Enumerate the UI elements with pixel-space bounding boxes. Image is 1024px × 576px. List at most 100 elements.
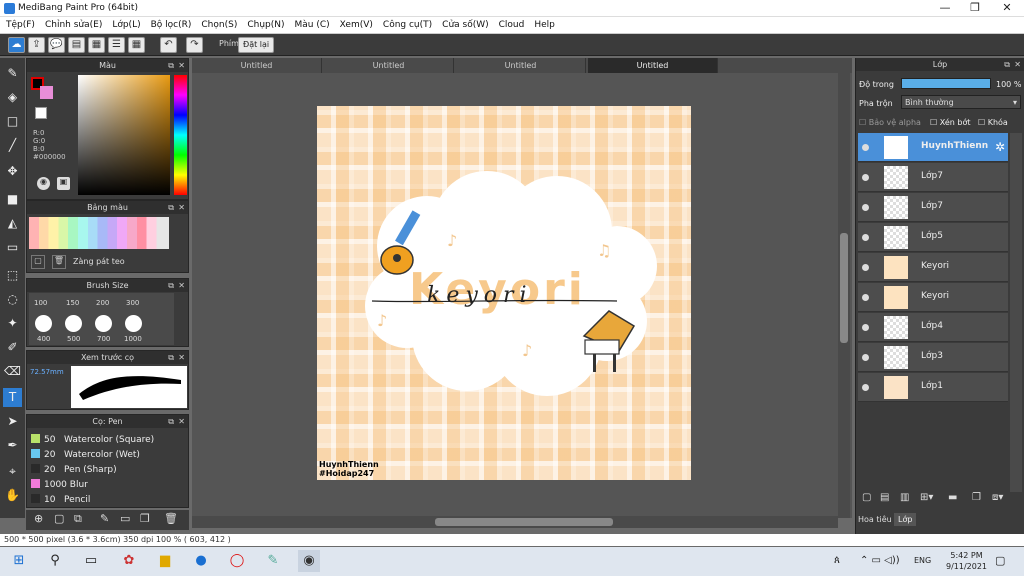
tray-icons[interactable]: ⌃ ▭ ◁)) bbox=[860, 555, 900, 566]
tab-untitled-4[interactable]: Untitled bbox=[588, 58, 718, 73]
opera-icon[interactable]: ◯ bbox=[226, 550, 248, 572]
saturation-picker[interactable] bbox=[78, 75, 170, 195]
text-tool-icon[interactable]: T bbox=[3, 388, 22, 407]
opacity-slider[interactable] bbox=[901, 78, 991, 89]
list-icon[interactable]: ☰ bbox=[108, 37, 125, 53]
size-dot[interactable] bbox=[125, 315, 142, 332]
minimize-button[interactable]: — bbox=[930, 0, 960, 17]
popout-icon[interactable]: ⧉ bbox=[168, 59, 174, 72]
popout-icon[interactable]: ⧉ bbox=[1004, 58, 1010, 71]
layer-row[interactable]: Lớp3 bbox=[858, 343, 1008, 372]
upload-icon[interactable]: ⇪ bbox=[28, 37, 45, 53]
close-icon[interactable]: ✕ bbox=[178, 59, 185, 72]
vscroll-thumb[interactable] bbox=[840, 233, 848, 343]
tab-navigator[interactable]: Hoa tiêu bbox=[858, 515, 892, 524]
folder-icon[interactable]: ▬ bbox=[948, 492, 957, 503]
page-icon[interactable]: ▦ bbox=[88, 37, 105, 53]
layer-row[interactable]: HuynhThienn ✲ bbox=[858, 133, 1008, 162]
line-tool-icon[interactable]: ╱ bbox=[3, 136, 22, 155]
visibility-icon[interactable] bbox=[862, 204, 869, 211]
search-icon[interactable]: ⚲ bbox=[44, 550, 66, 572]
clock[interactable]: 5:42 PM 9/11/2021 bbox=[946, 550, 987, 572]
edit-brush-icon[interactable]: ✎ bbox=[100, 512, 109, 525]
hand-tool-icon[interactable]: ✋ bbox=[3, 486, 22, 505]
comment-icon[interactable]: ▤ bbox=[68, 37, 85, 53]
vertical-scrollbar[interactable] bbox=[838, 73, 850, 518]
horizontal-scrollbar[interactable] bbox=[192, 516, 838, 528]
chat-icon[interactable]: 💬 bbox=[48, 37, 65, 53]
close-icon[interactable]: ✕ bbox=[178, 351, 185, 364]
menu-color[interactable]: Màu (C) bbox=[295, 17, 336, 33]
visibility-icon[interactable] bbox=[862, 354, 869, 361]
people-icon[interactable]: ጰ bbox=[834, 555, 840, 566]
size-dot[interactable] bbox=[35, 315, 52, 332]
tab-untitled-2[interactable]: Untitled bbox=[324, 58, 454, 73]
size-150[interactable]: 150 bbox=[66, 299, 79, 307]
new-halftone-layer-icon[interactable]: ▤ bbox=[880, 492, 889, 503]
brush-item[interactable]: 20 Watercolor (Wet) bbox=[29, 448, 175, 462]
blend-mode-select[interactable]: Bình thường ▾ bbox=[901, 95, 1021, 109]
visibility-icon[interactable] bbox=[862, 384, 869, 391]
visibility-icon[interactable] bbox=[862, 174, 869, 181]
reset-button[interactable]: Đặt lại bbox=[238, 37, 275, 53]
layer-row[interactable]: Keyori bbox=[858, 283, 1008, 312]
layer-option-icon[interactable]: ⊞▾ bbox=[920, 492, 933, 503]
size-200[interactable]: 200 bbox=[96, 299, 109, 307]
popout-icon[interactable]: ⧉ bbox=[168, 415, 174, 428]
layer-row[interactable]: Keyori bbox=[858, 253, 1008, 282]
transparent-swatch[interactable] bbox=[35, 107, 47, 119]
close-icon[interactable]: ✕ bbox=[178, 415, 185, 428]
gradient-tool-icon[interactable]: ▭ bbox=[3, 238, 22, 257]
language-indicator[interactable]: ENG bbox=[914, 556, 931, 565]
move-tool-icon[interactable]: ✥ bbox=[3, 162, 22, 181]
close-icon[interactable]: ✕ bbox=[1014, 58, 1021, 71]
popout-icon[interactable]: ⧉ bbox=[168, 201, 174, 214]
close-icon[interactable]: ✕ bbox=[178, 279, 185, 292]
select-pen-icon[interactable]: ✐ bbox=[3, 338, 22, 357]
hue-slider[interactable] bbox=[174, 75, 187, 195]
menu-help[interactable]: Help bbox=[534, 17, 561, 33]
gear-icon[interactable]: ✲ bbox=[995, 140, 1005, 154]
menu-cloud[interactable]: Cloud bbox=[499, 17, 531, 33]
visibility-icon[interactable] bbox=[862, 324, 869, 331]
file-explorer-icon[interactable]: ▆ bbox=[154, 550, 176, 572]
clip-checkbox[interactable]: ☐ Xén bớt bbox=[930, 118, 970, 127]
drawing-canvas[interactable]: ♪ ♫ ♪ ♪ Keyori keyori HuynhThienn #Hoidap24… bbox=[317, 106, 691, 480]
protect-alpha-checkbox[interactable]: ☐ Bảo vệ alpha bbox=[859, 118, 921, 127]
palette-icon[interactable]: ◉ bbox=[37, 177, 50, 190]
size-300[interactable]: 300 bbox=[126, 299, 139, 307]
folder-icon[interactable]: ▭ bbox=[120, 512, 130, 525]
trash-icon[interactable]: 🗑 bbox=[164, 512, 178, 525]
close-button[interactable]: ✕ bbox=[992, 0, 1022, 17]
medibang-icon[interactable]: ◉ bbox=[298, 550, 320, 572]
select-tool-icon[interactable]: ⬚ bbox=[3, 266, 22, 285]
merge-icon[interactable]: ⧈▾ bbox=[992, 492, 1003, 503]
maximize-button[interactable]: ❐ bbox=[960, 0, 990, 17]
menu-edit[interactable]: Chỉnh sửa(E) bbox=[45, 17, 108, 33]
hscroll-thumb[interactable] bbox=[435, 518, 613, 526]
paint-app-icon[interactable]: ✎ bbox=[262, 550, 284, 572]
duplicate-icon[interactable]: ❐ bbox=[140, 512, 150, 525]
menu-view[interactable]: Xem(V) bbox=[340, 17, 379, 33]
secondary-color-swatch[interactable] bbox=[40, 86, 53, 99]
brush-tool-icon[interactable]: ✎ bbox=[3, 64, 22, 83]
lock-checkbox[interactable]: ☐ Khóa bbox=[978, 118, 1008, 127]
undo-icon[interactable]: ↶ bbox=[160, 37, 177, 53]
menu-filter[interactable]: Bộ lọc(R) bbox=[151, 17, 198, 33]
layer-row[interactable]: Lớp5 bbox=[858, 223, 1008, 252]
swatch-icon[interactable]: ▣ bbox=[57, 177, 70, 190]
cloud-icon[interactable]: ☁ bbox=[8, 37, 25, 53]
select-eraser-icon[interactable]: ⌫ bbox=[3, 362, 22, 381]
lasso-tool-icon[interactable]: ◌ bbox=[3, 290, 22, 309]
menu-file[interactable]: Tệp(F) bbox=[6, 17, 41, 33]
layer-row[interactable]: Lớp7 bbox=[858, 193, 1008, 222]
grid-icon[interactable]: ▦ bbox=[128, 37, 145, 53]
visibility-icon[interactable] bbox=[862, 264, 869, 271]
new-layer-icon[interactable]: ▢ bbox=[862, 492, 871, 503]
duplicate-icon[interactable]: ❐ bbox=[972, 492, 981, 503]
layer-row[interactable]: Lớp1 bbox=[858, 373, 1008, 402]
menu-window[interactable]: Cửa số(W) bbox=[442, 17, 494, 33]
palette-grid[interactable] bbox=[29, 217, 169, 249]
tab-untitled-1[interactable]: Untitled bbox=[192, 58, 322, 73]
size-100[interactable]: 100 bbox=[34, 299, 47, 307]
